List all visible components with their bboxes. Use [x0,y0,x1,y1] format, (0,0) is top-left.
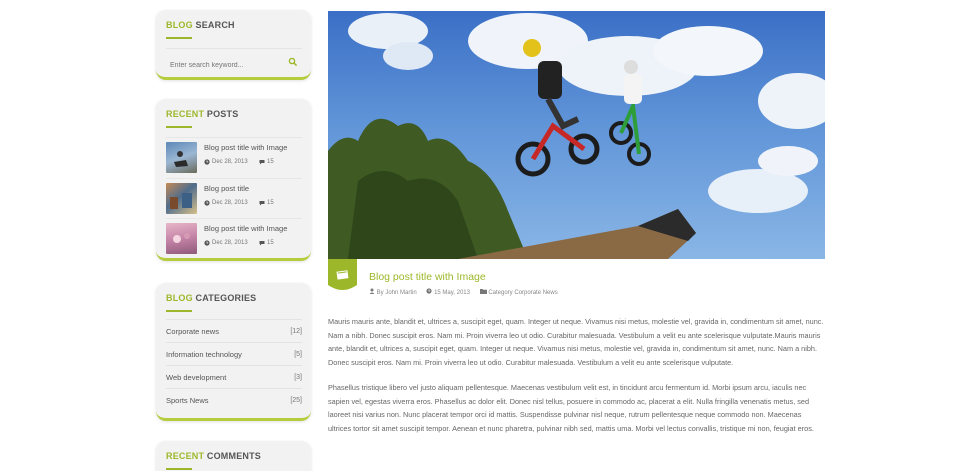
widget-title: BLOG SEARCH [166,20,235,30]
clock-icon [204,199,210,206]
recent-comments-widget: RECENT COMMENTS [156,441,311,471]
search-box [166,48,302,69]
blog-post: Blog post title with Image By John Marti… [328,11,825,435]
post-date: 15 May, 2013 [434,290,470,296]
post-header: Blog post title with Image By John Marti… [328,259,825,309]
comments-icon [259,241,265,246]
clock-icon [204,159,210,165]
title-underline [166,468,192,470]
comments-icon [259,160,265,165]
title-underline [166,37,192,39]
recent-post-item[interactable]: Blog post title with Image Dec 28, 2013 … [166,218,302,259]
post-thumbnail[interactable] [166,223,197,254]
clock-icon [204,240,210,246]
post-author[interactable]: John Martin [385,290,416,296]
post-meta: By John Martin 15 May, 2013 Category Cor… [369,288,566,296]
widget-title: RECENT POSTS [166,109,239,119]
category-item[interactable]: Corporate news [12] [166,319,302,342]
title-underline [166,310,192,312]
user-icon [369,288,375,294]
widget-title: BLOG CATEGORIES [166,293,257,303]
motocross-photo [328,13,825,259]
search-input[interactable] [170,62,280,69]
search-widget: BLOG SEARCH [156,10,311,80]
post-featured-image[interactable] [328,11,825,259]
clock-icon [426,288,432,294]
post-thumbnail[interactable] [166,142,197,173]
recent-post-item[interactable]: Blog post title Dec 28, 2013 15 [166,177,302,219]
folder-icon [479,289,487,294]
post-body: Mauris mauris ante, blandit et, ultrices… [328,315,824,435]
categories-widget: BLOG CATEGORIES Corporate news [12] Infor… [156,283,311,421]
widget-title: RECENT COMMENTS [166,451,262,461]
recent-posts-widget: RECENT POSTS Blog post title with Image … [156,99,311,261]
categories-list: Corporate news [12] Information technolog… [166,319,302,411]
search-icon[interactable] [288,54,298,67]
sidebar: BLOG SEARCH RECENT POSTS Blog post title… [156,10,311,471]
post-thumbnail[interactable] [166,182,197,214]
post-paragraph: Mauris mauris ante, blandit et, ultrices… [328,317,824,367]
title-underline [166,126,192,128]
post-paragraph: Phasellus tristique libero vel justo ali… [328,383,814,433]
comments-icon [259,200,265,205]
recent-posts-list: Blog post title with Image Dec 28, 2013 … [166,137,302,259]
post-format-badge [328,259,357,292]
post-category-link[interactable]: Corporate News [514,290,557,296]
category-item[interactable]: Web development [3] [166,365,302,388]
recent-post-item[interactable]: Blog post title with Image Dec 28, 2013 … [166,137,302,178]
category-item[interactable]: Information technology [5] [166,342,302,365]
category-item[interactable]: Sports News [25] [166,388,302,411]
post-title[interactable]: Blog post title with Image [369,271,486,283]
